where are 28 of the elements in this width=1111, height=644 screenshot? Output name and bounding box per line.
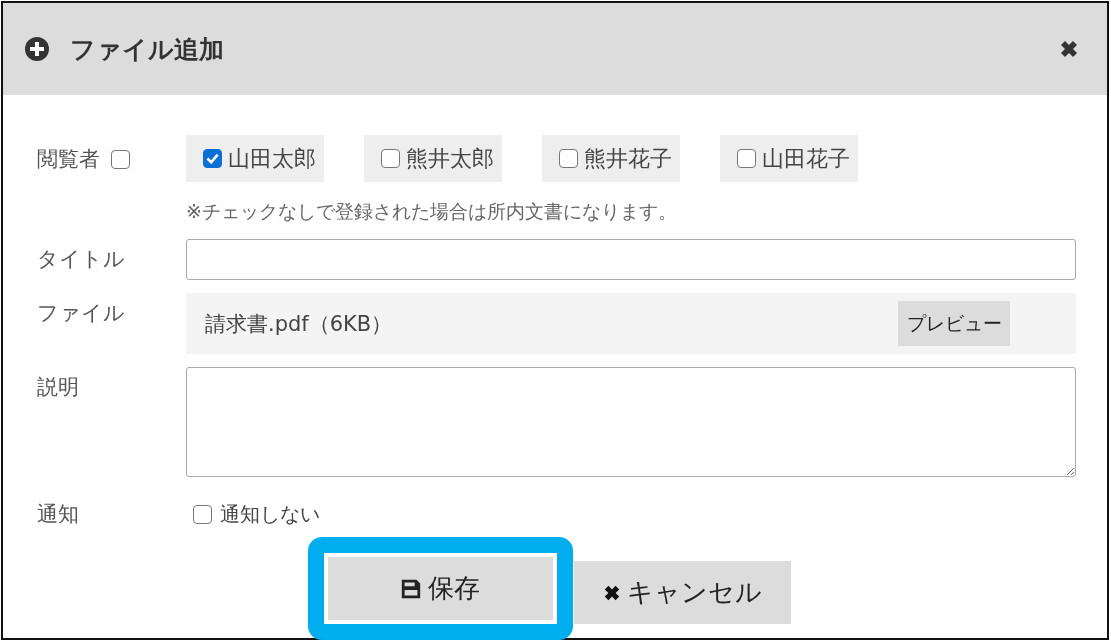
plus-circle-icon xyxy=(25,37,49,61)
preview-button[interactable]: プレビュー xyxy=(898,301,1010,346)
checkbox[interactable] xyxy=(737,149,756,168)
title-field[interactable] xyxy=(186,239,1076,280)
checkbox[interactable] xyxy=(559,149,578,168)
field-label: 閲覧者 xyxy=(37,146,100,172)
field-label: 説明 xyxy=(37,374,79,400)
cancel-button[interactable]: キャンセル xyxy=(573,561,791,624)
cross-icon xyxy=(602,583,621,602)
checkbox[interactable] xyxy=(381,149,400,168)
field-label: タイトル xyxy=(37,246,125,272)
description-field[interactable] xyxy=(186,367,1076,477)
hint-text: ※チェックなしで登録された場合は所内文書になります。 xyxy=(186,199,677,223)
field-label: 通知 xyxy=(37,501,79,527)
viewer-option[interactable]: 熊井太郎 xyxy=(364,135,502,182)
close-icon xyxy=(1059,39,1079,59)
close-button[interactable] xyxy=(1059,39,1079,59)
viewer-option[interactable]: 山田花子 xyxy=(720,135,858,182)
file-name: 請求書.pdf（6KB） xyxy=(205,310,393,338)
save-button[interactable]: 保存 xyxy=(327,557,553,620)
checkbox[interactable] xyxy=(111,149,130,169)
notify-option[interactable]: 通知しない xyxy=(193,499,320,529)
field-label: ファイル xyxy=(37,300,125,326)
viewer-option[interactable]: 山田太郎 xyxy=(186,135,324,182)
checkbox[interactable] xyxy=(193,504,212,524)
checkbox[interactable] xyxy=(203,149,222,168)
dialog-title: ファイル追加 xyxy=(70,33,224,66)
viewer-option[interactable]: 熊井花子 xyxy=(542,135,680,182)
